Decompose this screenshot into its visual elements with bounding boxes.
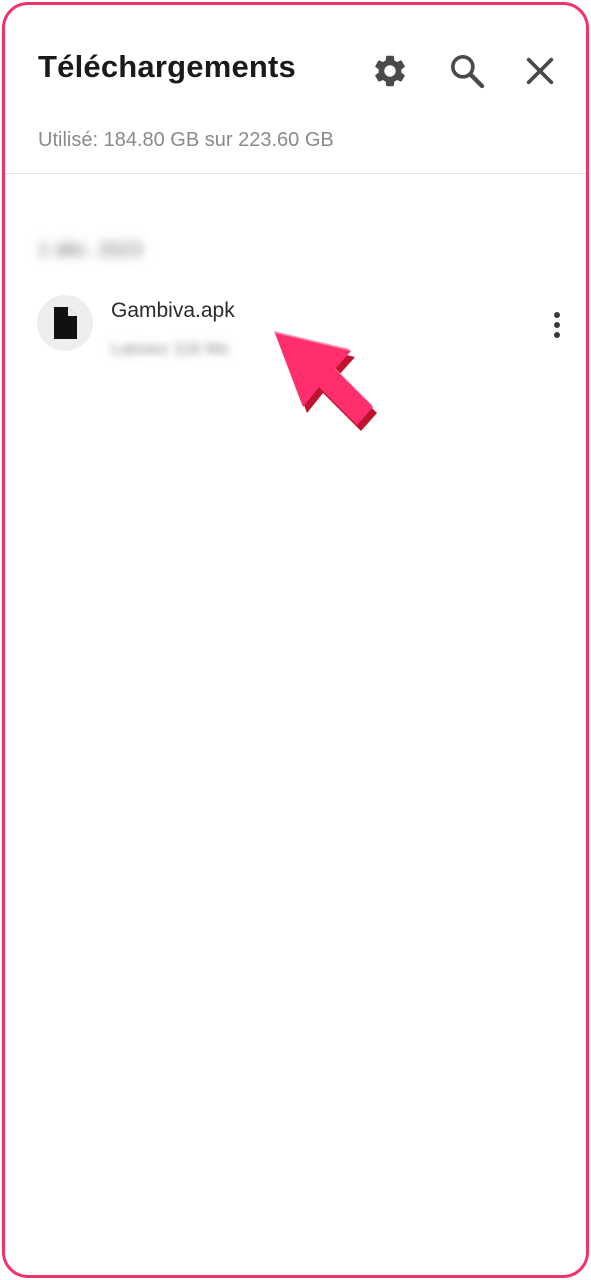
settings-gear-icon[interactable] xyxy=(368,49,412,93)
downloads-panel: Téléchargements Utilisé: 184.80 GB sur 2… xyxy=(2,2,589,1278)
section-date-header: 1 déc. 2023 xyxy=(38,239,143,261)
search-icon[interactable] xyxy=(445,49,489,93)
panel-header: Téléchargements Utilisé: 184.80 GB sur 2… xyxy=(5,5,586,174)
page-title: Téléchargements xyxy=(38,49,296,84)
storage-usage-text: Utilisé: 184.80 GB sur 223.60 GB xyxy=(38,129,334,151)
file-icon xyxy=(37,295,93,351)
close-icon[interactable] xyxy=(518,49,562,93)
list-item[interactable]: Gambiva.apk Laissez 116 Mo xyxy=(35,291,575,361)
file-meta: Laissez 116 Mo xyxy=(111,339,229,358)
file-name: Gambiva.apk xyxy=(111,299,235,322)
more-options-icon[interactable] xyxy=(543,305,571,345)
